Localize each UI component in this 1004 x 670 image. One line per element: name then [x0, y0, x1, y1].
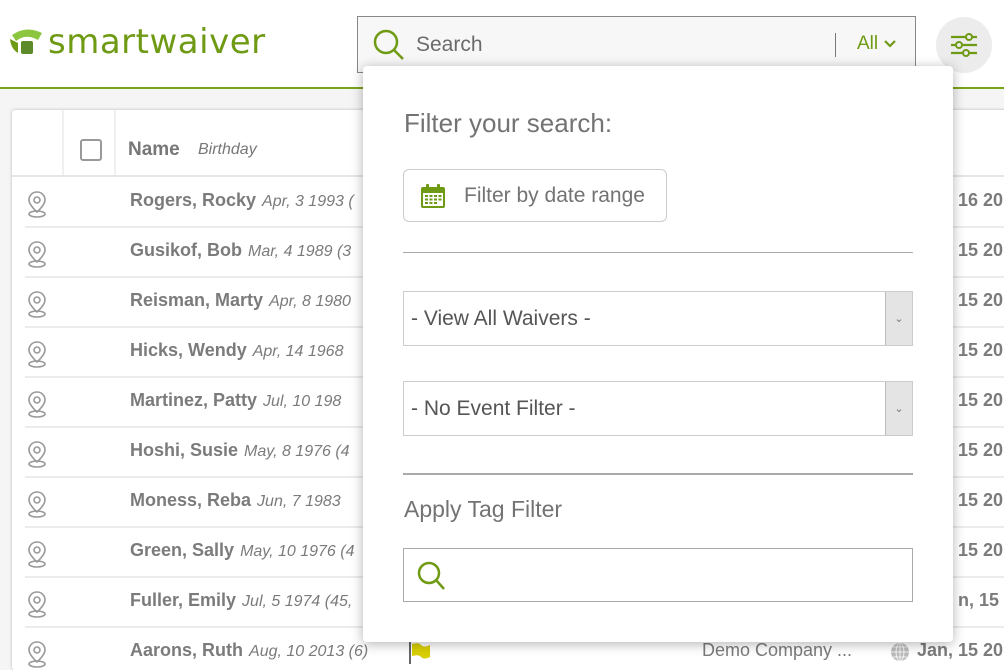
globe-icon	[891, 642, 909, 662]
participant-name[interactable]: Moness, Reba Jun, 7 1983	[130, 490, 341, 511]
participant-name[interactable]: Martinez, Patty Jul, 10 198	[130, 390, 341, 411]
participant-name-text: Martinez, Patty	[130, 390, 258, 410]
brand-name: smartwaiver	[48, 22, 266, 62]
location-pin-icon[interactable]	[26, 290, 48, 318]
chevron-down-icon: ⌄	[885, 382, 912, 435]
signed-date: Jan, 15 20	[917, 640, 1004, 660]
search-icon	[417, 561, 445, 590]
participant-name-text: Fuller, Emily	[130, 590, 237, 610]
location-pin-icon[interactable]	[26, 590, 48, 618]
chevron-down-icon: ⌄	[885, 292, 912, 345]
location-pin-icon[interactable]	[26, 490, 48, 518]
search-scope-label: All	[857, 33, 879, 54]
participant-name-text: Green, Sally	[130, 540, 235, 560]
search-scope-dropdown[interactable]: All	[857, 33, 897, 55]
divider	[403, 473, 913, 475]
location-pin-icon[interactable]	[26, 440, 48, 468]
filter-toggle-button[interactable]	[936, 17, 992, 73]
tag-filter-label: Apply Tag Filter	[404, 496, 563, 522]
participant-birthday: May, 10 1976 (4	[240, 543, 355, 560]
waiver-select[interactable]: - View All Waivers - ⌄	[403, 291, 913, 346]
participant-birthday: Apr, 14 1968	[252, 343, 344, 360]
signed-date: 15 20	[958, 540, 1004, 560]
filter-date-range-label: Filter by date range	[464, 183, 645, 207]
filter-panel-title: Filter your search:	[404, 108, 613, 138]
select-all-checkbox[interactable]	[80, 139, 102, 161]
participant-name-text: Hicks, Wendy	[130, 340, 247, 360]
participant-name-text: Gusikof, Bob	[130, 240, 242, 260]
divider	[403, 252, 913, 253]
sliders-icon	[951, 33, 977, 57]
participant-name-text: Rogers, Rocky	[130, 190, 257, 210]
location-pin-icon[interactable]	[26, 390, 48, 418]
participant-name[interactable]: Fuller, Emily Jul, 5 1974 (45,	[130, 590, 352, 611]
participant-name[interactable]: Hoshi, Susie May, 8 1976 (4	[130, 440, 350, 461]
filter-panel: Filter your search: Filter by date range…	[363, 66, 953, 642]
calendar-icon	[421, 183, 445, 208]
participant-name[interactable]: Aarons, Ruth Aug, 10 2013 (6)	[130, 640, 368, 661]
column-header-birthday[interactable]: Birthday	[198, 141, 257, 159]
signed-date: 15 20	[958, 490, 1004, 510]
location-pin-icon[interactable]	[26, 240, 48, 268]
location-pin-icon[interactable]	[26, 540, 48, 568]
participant-name-text: Hoshi, Susie	[130, 440, 239, 460]
search-icon	[373, 29, 404, 60]
header-cell-location	[12, 110, 64, 175]
signed-date: 16 20	[958, 190, 1004, 210]
participant-birthday: Jul, 10 198	[263, 393, 342, 410]
participant-birthday: Jul, 5 1974 (45,	[242, 593, 353, 610]
signed-date: 15 20	[958, 340, 1004, 360]
chevron-down-icon	[884, 40, 896, 48]
participant-name[interactable]: Rogers, Rocky Apr, 3 1993 (	[130, 190, 354, 211]
participant-name[interactable]: Gusikof, Bob Mar, 4 1989 (3	[130, 240, 351, 261]
event-select[interactable]: - No Event Filter - ⌄	[403, 381, 913, 436]
filter-date-range-button[interactable]: Filter by date range	[403, 169, 667, 222]
tag-filter-input[interactable]	[403, 548, 913, 602]
column-header-name[interactable]: Name	[128, 139, 180, 161]
signed-date: 15 20	[958, 240, 1004, 260]
search-divider	[835, 33, 836, 57]
participant-name-text: Aarons, Ruth	[130, 640, 244, 660]
signed-date: 15 20	[958, 290, 1004, 310]
participant-birthday: Apr, 8 1980	[269, 293, 351, 310]
participant-birthday: Mar, 4 1989 (3	[248, 243, 352, 260]
participant-name[interactable]: Green, Sally May, 10 1976 (4	[130, 540, 355, 561]
location-pin-icon[interactable]	[26, 190, 48, 218]
company-name: Demo Company ...	[702, 640, 853, 660]
participant-name[interactable]: Reisman, Marty Apr, 8 1980	[130, 290, 351, 311]
search-bar[interactable]: Search All	[357, 16, 916, 73]
participant-name[interactable]: Hicks, Wendy Apr, 14 1968	[130, 340, 343, 361]
participant-birthday: May, 8 1976 (4	[244, 443, 350, 460]
participant-birthday: Apr, 3 1993 (	[262, 193, 354, 210]
event-select-value: - No Event Filter -	[411, 397, 576, 420]
signed-date: n, 15 2	[958, 590, 1004, 610]
waiver-select-value: - View All Waivers -	[411, 307, 591, 330]
logo[interactable]: smartwaiver	[8, 22, 266, 62]
search-input[interactable]: Search	[416, 33, 483, 57]
participant-birthday: Aug, 10 2013 (6)	[249, 643, 369, 660]
location-pin-icon[interactable]	[26, 340, 48, 368]
smartwaiver-logo-icon	[10, 29, 42, 54]
location-pin-icon[interactable]	[26, 640, 48, 668]
signed-date: 15 20	[958, 440, 1004, 460]
signed-date: 15 20	[958, 390, 1004, 410]
participant-name-text: Reisman, Marty	[130, 290, 264, 310]
participant-name-text: Moness, Reba	[130, 490, 252, 510]
participant-birthday: Jun, 7 1983	[257, 493, 341, 510]
